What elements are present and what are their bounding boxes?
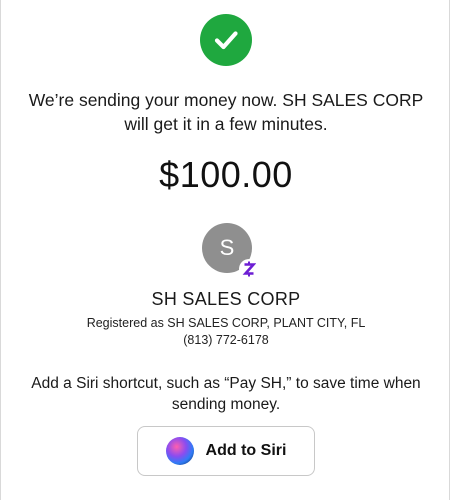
add-to-siri-label: Add to Siri [205, 442, 287, 459]
confirmation-screen: We’re sending your money now. SH SALES C… [0, 0, 450, 500]
payment-amount: $100.00 [159, 154, 293, 195]
add-to-siri-button[interactable]: Add to Siri [137, 426, 315, 476]
siri-shortcut-prompt: Add a Siri shortcut, such as “Pay SH,” t… [31, 375, 421, 413]
avatar-initial: S [219, 235, 235, 260]
recipient-phone: (813) 772-6178 [183, 333, 269, 347]
zelle-badge-icon [239, 259, 259, 279]
siri-icon [165, 437, 194, 465]
recipient-registration: Registered as SH SALES CORP, PLANT CITY,… [86, 316, 366, 330]
success-check-icon [200, 14, 252, 66]
recipient-name: SH SALES CORP [151, 289, 301, 309]
confirmation-message: We’re sending your money now. SH SALES C… [28, 90, 424, 134]
